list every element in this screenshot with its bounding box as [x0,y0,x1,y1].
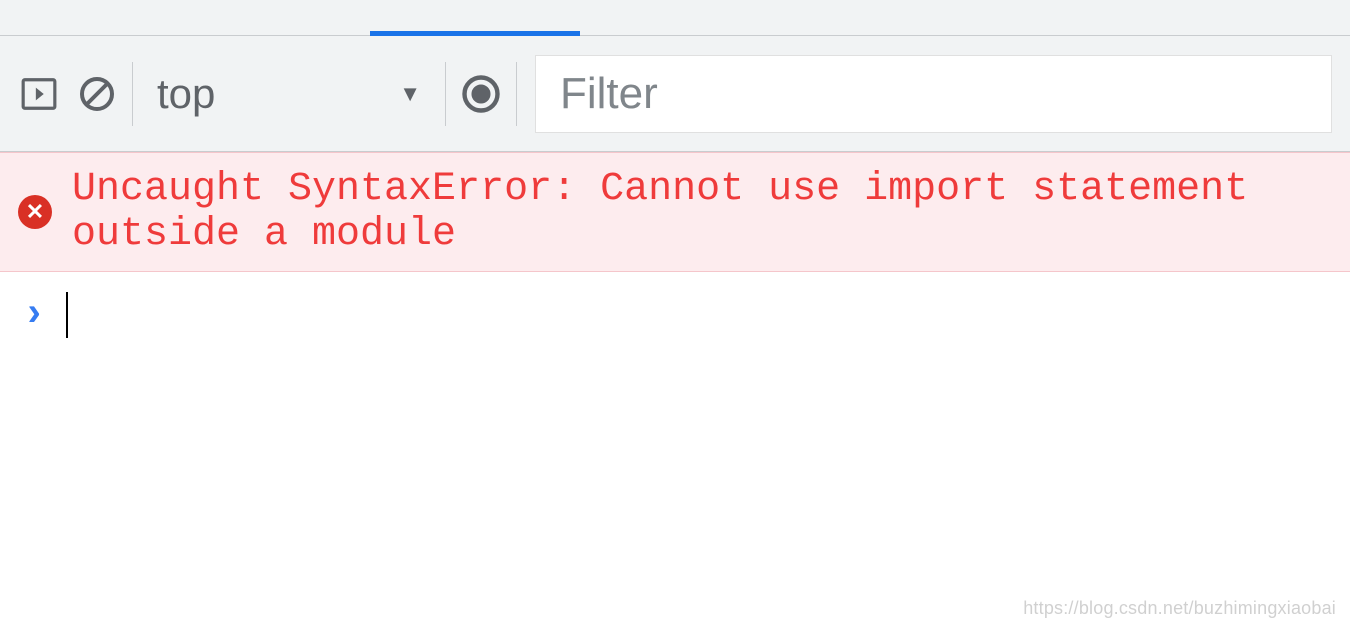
clear-icon [77,74,117,114]
watermark-text: https://blog.csdn.net/buzhimingxiaobai [1023,598,1336,619]
console-prompt-row[interactable]: › [0,272,1350,352]
prompt-caret-icon: › [22,293,46,338]
sidebar-toggle-icon [20,75,58,113]
toolbar-divider [516,62,517,126]
live-expression-button[interactable] [452,36,510,152]
eye-icon [459,72,503,116]
error-icon: ✕ [18,195,52,229]
console-output: ✕ Uncaught SyntaxError: Cannot use impor… [0,152,1350,352]
input-cursor [66,292,68,338]
devtools-tab-strip [0,0,1350,36]
console-error-row[interactable]: ✕ Uncaught SyntaxError: Cannot use impor… [0,152,1350,272]
filter-field-wrap[interactable] [535,55,1332,133]
filter-input[interactable] [560,69,1307,119]
context-label: top [157,70,399,118]
clear-console-button[interactable] [68,36,126,152]
toggle-sidebar-button[interactable] [10,36,68,152]
toolbar-divider [132,62,133,126]
context-selector[interactable]: top ▼ [139,36,439,152]
toolbar-divider [445,62,446,126]
error-message-text: Uncaught SyntaxError: Cannot use import … [72,167,1332,257]
active-tab-indicator [370,31,580,36]
console-toolbar: top ▼ [0,36,1350,152]
dropdown-caret-icon: ▼ [399,81,421,107]
